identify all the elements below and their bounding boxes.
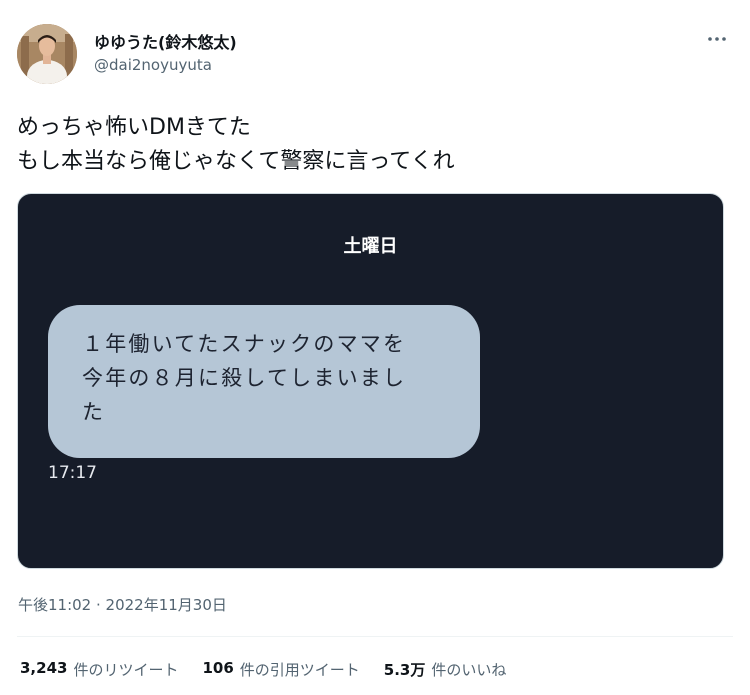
dm-message-line: 今年の８月に殺してしまいまし bbox=[82, 366, 407, 390]
like-count[interactable]: 5.3万 件のいいね bbox=[384, 659, 507, 680]
divider bbox=[17, 636, 733, 637]
stat-value: 3,243 bbox=[20, 659, 68, 677]
tweet-media-image[interactable]: 土曜日 １年働いてたスナックのママを 今年の８月に殺してしまいまし た 17:1… bbox=[17, 193, 724, 569]
stat-label: 件のいいね bbox=[431, 661, 507, 679]
dm-message-time: 17:17 bbox=[48, 463, 97, 483]
dm-message-bubble: １年働いてたスナックのママを 今年の８月に殺してしまいまし た bbox=[48, 305, 480, 458]
stat-value: 106 bbox=[202, 659, 234, 677]
tweet-text: めっちゃ怖いDMきてた もし本当なら俺じゃなくて警察に言ってくれ bbox=[17, 111, 732, 179]
retweet-count[interactable]: 3,243 件のリツイート bbox=[20, 659, 178, 680]
quote-tweet-count[interactable]: 106 件の引用ツイート bbox=[202, 659, 359, 680]
tweet-timestamp[interactable]: 午後11:02 · 2022年11月30日 bbox=[18, 594, 227, 615]
tweet-stats: 3,243 件のリツイート 106 件の引用ツイート 5.3万 件のいいね bbox=[20, 659, 506, 680]
tweet-text-line: もし本当なら俺じゃなくて警察に言ってくれ bbox=[17, 149, 455, 174]
avatar[interactable] bbox=[17, 24, 77, 84]
stat-label: 件のリツイート bbox=[73, 661, 179, 679]
more-button[interactable] bbox=[702, 28, 732, 50]
dm-message-line: １年働いてたスナックのママを bbox=[82, 332, 407, 356]
display-name[interactable]: ゆゆうた(鈴木悠太) bbox=[94, 29, 237, 53]
user-handle[interactable]: @dai2noyuyuta bbox=[94, 56, 212, 74]
tweet-text-line: めっちゃ怖いDMきてた bbox=[17, 115, 251, 140]
more-horizontal-icon bbox=[708, 37, 726, 41]
avatar-photo bbox=[17, 24, 77, 84]
stat-value: 5.3万 bbox=[383, 661, 426, 679]
dm-message-line: た bbox=[82, 400, 106, 424]
stat-label: 件の引用ツイート bbox=[239, 661, 360, 679]
dm-day-label: 土曜日 bbox=[343, 236, 398, 257]
